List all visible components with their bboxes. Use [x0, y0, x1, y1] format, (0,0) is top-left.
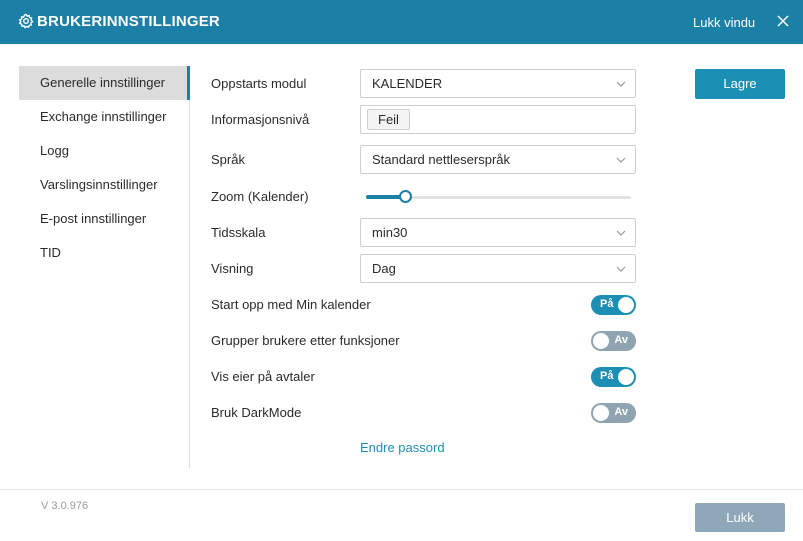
toggle-group-users[interactable]: Av [591, 331, 636, 351]
timescale-value: min30 [372, 225, 408, 240]
toggle-label-show-owner: Vis eier på avtaler [211, 369, 315, 384]
info-level-chip[interactable]: Feil [367, 109, 410, 130]
sidebar-nav: Generelle innstillinger Exchange innstil… [19, 66, 189, 270]
info-level-multiselect[interactable]: Feil [360, 105, 636, 134]
toggle-label-group-users: Grupper brukere etter funksjoner [211, 333, 400, 348]
toggle-darkmode[interactable]: Av [591, 403, 636, 423]
language-label: Språk [211, 152, 245, 167]
startup-module-label: Oppstarts modul [211, 76, 307, 91]
sidebar-item-log[interactable]: Logg [19, 134, 189, 168]
toggle-label-start-my-calendar: Start opp med Min kalender [211, 297, 371, 312]
close-icon[interactable] [776, 14, 790, 28]
footer-divider [0, 489, 803, 490]
chevron-down-icon [616, 230, 626, 236]
view-label: Visning [211, 261, 254, 276]
language-value: Standard nettleserspråk [372, 152, 511, 167]
startup-module-value: KALENDER [372, 76, 443, 91]
close-window-link[interactable]: Lukk vindu [693, 15, 755, 30]
gear-icon [18, 13, 34, 29]
close-button[interactable]: Lukk [695, 503, 785, 532]
dialog-title: BRUKERINNSTILLINGER [37, 13, 220, 30]
active-item-indicator [187, 66, 190, 100]
info-level-label: Informasjonsnivå [211, 112, 310, 127]
title-bar: BRUKERINNSTILLINGER Lukk vindu [0, 0, 803, 44]
view-value: Dag [372, 261, 396, 276]
toggle-knob [593, 333, 609, 349]
sidebar-divider [189, 66, 190, 468]
sidebar-item-time[interactable]: TID [19, 236, 189, 270]
toggle-state-text: På [600, 370, 614, 382]
view-select[interactable]: Dag [360, 254, 636, 283]
chevron-down-icon [616, 81, 626, 87]
save-button[interactable]: Lagre [695, 69, 785, 99]
startup-module-select[interactable]: KALENDER [360, 69, 636, 98]
toggle-knob [593, 405, 609, 421]
version-label: V 3.0.976 [41, 500, 89, 512]
sidebar-item-email[interactable]: E-post innstillinger [19, 202, 189, 236]
toggle-show-owner[interactable]: På [591, 367, 636, 387]
sidebar-item-exchange[interactable]: Exchange innstillinger [19, 100, 189, 134]
sidebar-item-general[interactable]: Generelle innstillinger [19, 66, 189, 100]
zoom-label: Zoom (Kalender) [211, 189, 309, 204]
sidebar-item-notifications[interactable]: Varslingsinnstillinger [19, 168, 189, 202]
toggle-knob [618, 369, 634, 385]
chevron-down-icon [616, 266, 626, 272]
toggle-label-darkmode: Bruk DarkMode [211, 405, 302, 420]
toggle-state-text: På [600, 298, 614, 310]
chevron-down-icon [616, 157, 626, 163]
toggle-state-text: Av [614, 406, 628, 418]
toggle-knob [618, 297, 634, 313]
toggle-start-my-calendar[interactable]: På [591, 295, 636, 315]
timescale-select[interactable]: min30 [360, 218, 636, 247]
zoom-slider-handle[interactable] [399, 190, 413, 203]
language-select[interactable]: Standard nettleserspråk [360, 145, 636, 174]
toggle-state-text: Av [614, 334, 628, 346]
timescale-label: Tidsskala [211, 225, 266, 240]
change-password-link[interactable]: Endre passord [360, 440, 445, 455]
